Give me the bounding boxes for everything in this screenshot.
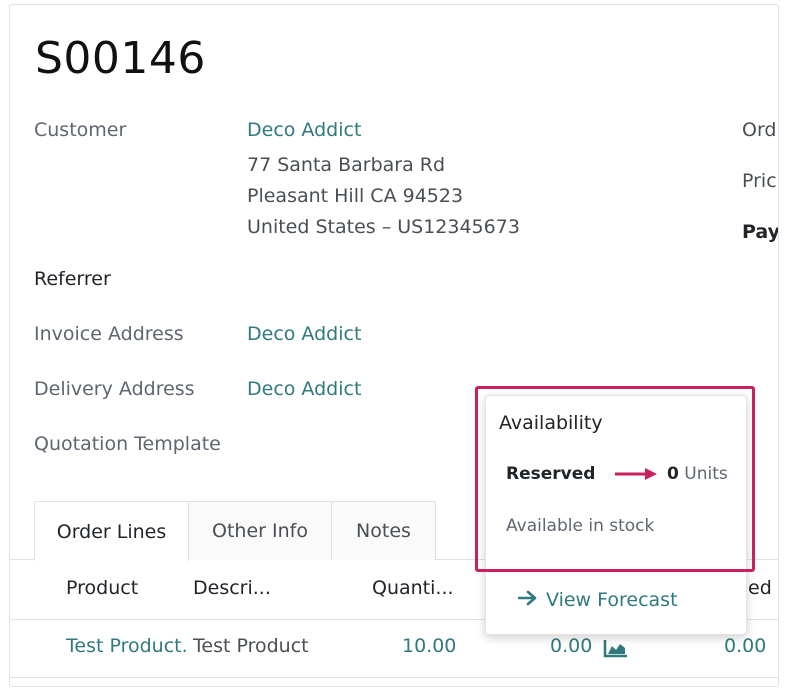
customer-address-line1: 77 Santa Barbara Rd xyxy=(247,154,446,176)
stock-status: Available in stock xyxy=(506,516,655,536)
customer-link[interactable]: Deco Addict xyxy=(247,119,361,141)
tab-notes[interactable]: Notes xyxy=(331,501,436,560)
annotation-arrow-icon xyxy=(615,468,657,480)
column-header-quantity[interactable]: Quanti... xyxy=(372,577,454,599)
arrow-right-icon xyxy=(517,589,538,611)
order-title: S00146 xyxy=(35,33,206,84)
view-forecast-label[interactable]: View Forecast xyxy=(546,589,678,611)
column-header-description[interactable]: Descri... xyxy=(193,577,271,599)
reserved-qty-value: 0 xyxy=(667,464,679,484)
tab-order-lines[interactable]: Order Lines xyxy=(34,501,189,561)
customer-address-line3: United States – US12345673 xyxy=(247,216,520,238)
reserved-label: Reserved xyxy=(506,464,596,484)
area-chart-icon[interactable] xyxy=(603,638,629,662)
referrer-label: Referrer xyxy=(34,268,111,290)
quotation-template-label: Quotation Template xyxy=(34,433,221,455)
availability-title: Availability xyxy=(499,412,603,434)
reserved-qty-unit: Units xyxy=(684,464,728,484)
view-forecast-link[interactable]: View Forecast xyxy=(517,589,678,611)
order-date-label-cut: Ord xyxy=(742,119,777,141)
delivery-address-link[interactable]: Deco Addict xyxy=(247,378,361,400)
row-invoiced[interactable]: 0.00 xyxy=(724,635,766,657)
column-header-delivered-cut[interactable]: ed xyxy=(748,577,772,599)
column-header-product[interactable]: Product xyxy=(66,577,138,599)
pricelist-label-cut: Pric xyxy=(742,170,777,192)
customer-address-line2: Pleasant Hill CA 94523 xyxy=(247,185,464,207)
invoice-address-link[interactable]: Deco Addict xyxy=(247,323,361,345)
tab-other-info[interactable]: Other Info xyxy=(188,501,332,560)
row-description[interactable]: Test Product xyxy=(193,635,309,657)
availability-popover: Availability Reserved 0 Units Available … xyxy=(485,395,747,635)
reserved-quantity: 0 Units xyxy=(667,464,728,484)
invoice-address-label: Invoice Address xyxy=(34,323,184,345)
customer-label: Customer xyxy=(34,119,127,141)
row-quantity[interactable]: 10.00 xyxy=(402,635,456,657)
row-delivered[interactable]: 0.00 xyxy=(550,635,592,657)
row-product[interactable]: Test Product. xyxy=(66,635,188,657)
table-row-divider xyxy=(10,677,778,678)
delivery-address-label: Delivery Address xyxy=(34,378,195,400)
payment-terms-label-cut: Pay xyxy=(742,221,779,243)
